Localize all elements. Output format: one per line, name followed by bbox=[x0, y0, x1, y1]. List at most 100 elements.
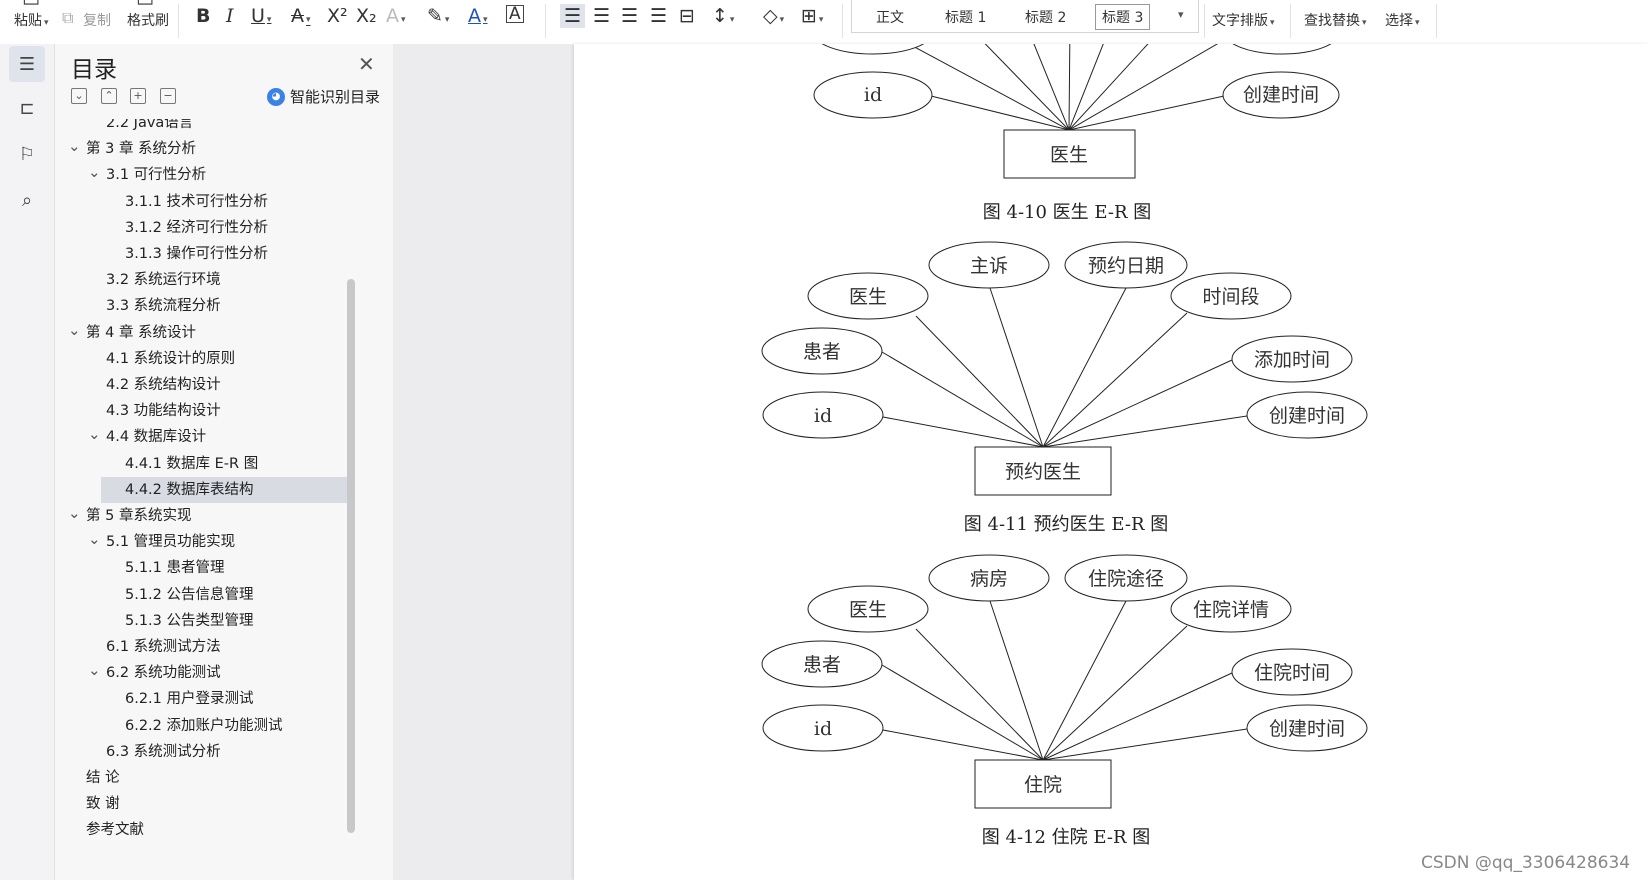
style-normal[interactable]: 正文 bbox=[876, 7, 904, 27]
toc-item[interactable]: ⌄ 3.1 可行性分析 bbox=[57, 162, 409, 188]
attribute-ellipse bbox=[821, 44, 925, 55]
relation-line bbox=[881, 664, 1044, 761]
add-heading-icon[interactable]: + bbox=[130, 88, 146, 104]
toc-item[interactable]: 5.1.1 患者管理 bbox=[57, 555, 409, 581]
style-heading-2[interactable]: 标题 2 bbox=[1025, 7, 1066, 27]
copy-icon[interactable]: ⧉ bbox=[62, 8, 73, 28]
highlight-icon[interactable]: ✎ ▾ bbox=[427, 6, 449, 30]
paste-icon[interactable]: ▭ bbox=[22, 0, 40, 10]
toc-item[interactable]: ⌄ 第 4 章 系统设计 bbox=[57, 320, 409, 346]
align-right-icon[interactable]: ☰ bbox=[621, 6, 638, 26]
style-gallery[interactable]: 正文 标题 1 标题 2 标题 3 ▾ bbox=[851, 0, 1199, 33]
collapse-all-icon[interactable]: ⌄ bbox=[71, 88, 87, 104]
toc-item[interactable]: 2.2 Java语言 bbox=[57, 119, 409, 136]
paste-button[interactable]: 粘贴 ▾ bbox=[14, 10, 49, 30]
chevron-down-icon[interactable]: ⌄ bbox=[88, 526, 101, 552]
toc-item-label: 6.1 系统测试方法 bbox=[106, 639, 221, 655]
chevron-down-icon[interactable]: ⌄ bbox=[88, 657, 101, 683]
relation-line bbox=[882, 729, 1044, 761]
close-icon[interactable]: ✕ bbox=[358, 52, 375, 76]
toc-item-label: 3.3 系统流程分析 bbox=[106, 298, 221, 315]
format-painter-button[interactable]: 格式刷 bbox=[127, 10, 169, 30]
expand-up-icon[interactable]: ⌃ bbox=[101, 88, 117, 104]
relation-line bbox=[882, 416, 1044, 448]
search-panel-button[interactable]: ⌕ bbox=[9, 182, 45, 218]
strikethrough-icon[interactable]: A ▾ bbox=[291, 6, 311, 30]
toc-item[interactable]: ⌄ 4.4 数据库设计 bbox=[57, 424, 409, 450]
toc-scrollbar[interactable] bbox=[347, 279, 355, 833]
chevron-down-icon[interactable]: ⌄ bbox=[68, 133, 81, 159]
toc-item[interactable]: 5.1.3 公告类型管理 bbox=[57, 608, 409, 634]
align-left-icon[interactable]: ☰ bbox=[560, 4, 586, 28]
toc-item-label: 2.2 Java语言 bbox=[106, 119, 194, 131]
attribute-label: 创建时间 bbox=[1243, 84, 1319, 106]
superscript-icon[interactable]: X² bbox=[327, 6, 348, 26]
toc-item[interactable]: 6.3 系统测试分析 bbox=[57, 739, 409, 765]
remove-heading-icon[interactable]: − bbox=[160, 88, 176, 104]
shading-icon[interactable]: ◇ ▾ bbox=[763, 6, 784, 30]
toc-item-label: 3.2 系统运行环境 bbox=[106, 272, 221, 289]
copy-button[interactable]: 复制 bbox=[83, 10, 111, 30]
format-painter-icon[interactable]: ▭ bbox=[136, 0, 154, 10]
document-page[interactable]: id 创建时间 医生图 4-10 医生 E-R 图医生 主诉 预约日期 时间段 患者 添加时间… bbox=[574, 44, 1648, 880]
toc-item[interactable]: 6.1 系统测试方法 bbox=[57, 634, 409, 660]
toc-item[interactable]: 3.1.1 技术可行性分析 bbox=[57, 189, 409, 215]
toc-item[interactable]: 致 谢 bbox=[57, 791, 409, 817]
toc-item[interactable]: 3.3 系统流程分析 bbox=[57, 293, 409, 319]
toc-item[interactable]: ⌄ 第 3 章 系统分析 bbox=[57, 136, 409, 162]
attribute-label: 创建时间 bbox=[1269, 405, 1345, 427]
align-center-icon[interactable]: ☰ bbox=[593, 6, 610, 26]
border-icon[interactable]: ⊞ ▾ bbox=[801, 6, 823, 30]
toc-item-label: 参考文献 bbox=[86, 822, 144, 839]
chevron-down-icon[interactable]: ⌄ bbox=[68, 500, 81, 526]
smart-toc-button[interactable]: ◕ 智能识别目录 bbox=[267, 86, 380, 107]
toc-item[interactable]: 6.2.2 添加账户功能测试 bbox=[57, 713, 409, 739]
toc-item[interactable]: 3.1.2 经济可行性分析 bbox=[57, 215, 409, 241]
toc-item-label: 6.2 系统功能测试 bbox=[106, 665, 221, 682]
toc-item[interactable]: 4.2 系统结构设计 bbox=[57, 372, 409, 398]
attribute-label: id bbox=[814, 405, 832, 427]
relation-line bbox=[989, 600, 1044, 761]
style-heading-3[interactable]: 标题 3 bbox=[1095, 4, 1151, 30]
toc-item[interactable]: 4.4.2 数据库表结构 bbox=[101, 476, 347, 503]
toc-item-label: 3.1 可行性分析 bbox=[106, 167, 207, 184]
toc-item[interactable]: 结 论 bbox=[57, 765, 409, 791]
toc-item[interactable]: 5.1.2 公告信息管理 bbox=[57, 582, 409, 608]
outline-panel-button[interactable]: ⊏ bbox=[9, 90, 45, 126]
bookmark-panel-button[interactable]: ⚐ bbox=[9, 136, 45, 172]
italic-icon[interactable]: I bbox=[226, 6, 234, 26]
toc-item[interactable]: 参考文献 bbox=[57, 817, 409, 843]
char-border-icon[interactable]: A bbox=[506, 5, 524, 23]
underline-icon[interactable]: U ▾ bbox=[251, 6, 271, 30]
toc-item[interactable]: ⌄ 5.1 管理员功能实现 bbox=[57, 529, 409, 555]
toc-item[interactable]: 3.2 系统运行环境 bbox=[57, 267, 409, 293]
toc-item[interactable]: 4.1 系统设计的原则 bbox=[57, 346, 409, 372]
toc-item[interactable]: 3.1.3 操作可行性分析 bbox=[57, 241, 409, 267]
font-color-icon[interactable]: A ▾ bbox=[468, 6, 488, 30]
subscript-icon[interactable]: X₂ bbox=[356, 6, 377, 26]
attribute-label: 添加时间 bbox=[1254, 349, 1330, 371]
toc-item-label: 4.1 系统设计的原则 bbox=[106, 350, 236, 367]
toc-item[interactable]: ⌄ 6.2 系统功能测试 bbox=[57, 660, 409, 686]
style-more-icon[interactable]: ▾ bbox=[1178, 8, 1184, 21]
text-layout-button[interactable]: 文字排版 ▾ bbox=[1212, 10, 1275, 30]
toc-item[interactable]: 4.4.1 数据库 E-R 图 bbox=[57, 451, 409, 477]
find-replace-button[interactable]: 查找替换 ▾ bbox=[1304, 10, 1367, 30]
toc-panel-button[interactable]: ☰ bbox=[9, 46, 45, 82]
bold-icon[interactable]: B bbox=[196, 6, 210, 26]
chevron-down-icon[interactable]: ⌄ bbox=[88, 421, 101, 447]
toc-item[interactable]: 6.2.1 用户登录测试 bbox=[57, 686, 409, 712]
relation-line bbox=[1068, 44, 1149, 131]
style-heading-1[interactable]: 标题 1 bbox=[945, 7, 986, 27]
text-effect-icon[interactable]: A ▾ bbox=[386, 6, 406, 30]
distribute-icon[interactable]: ⊟ bbox=[679, 6, 695, 26]
line-spacing-icon[interactable]: ↕ ▾ bbox=[712, 6, 734, 30]
toc-item[interactable]: 4.3 功能结构设计 bbox=[57, 398, 409, 424]
chevron-down-icon[interactable]: ⌄ bbox=[68, 317, 81, 343]
relation-line bbox=[1042, 312, 1188, 448]
justify-icon[interactable]: ☰ bbox=[650, 6, 667, 26]
chevron-down-icon[interactable]: ⌄ bbox=[88, 159, 101, 185]
select-button[interactable]: 选择 ▾ bbox=[1385, 10, 1420, 30]
toc-item[interactable]: ⌄ 第 5 章系统实现 bbox=[57, 503, 409, 529]
toc-item-label: 3.1.3 操作可行性分析 bbox=[125, 246, 269, 262]
